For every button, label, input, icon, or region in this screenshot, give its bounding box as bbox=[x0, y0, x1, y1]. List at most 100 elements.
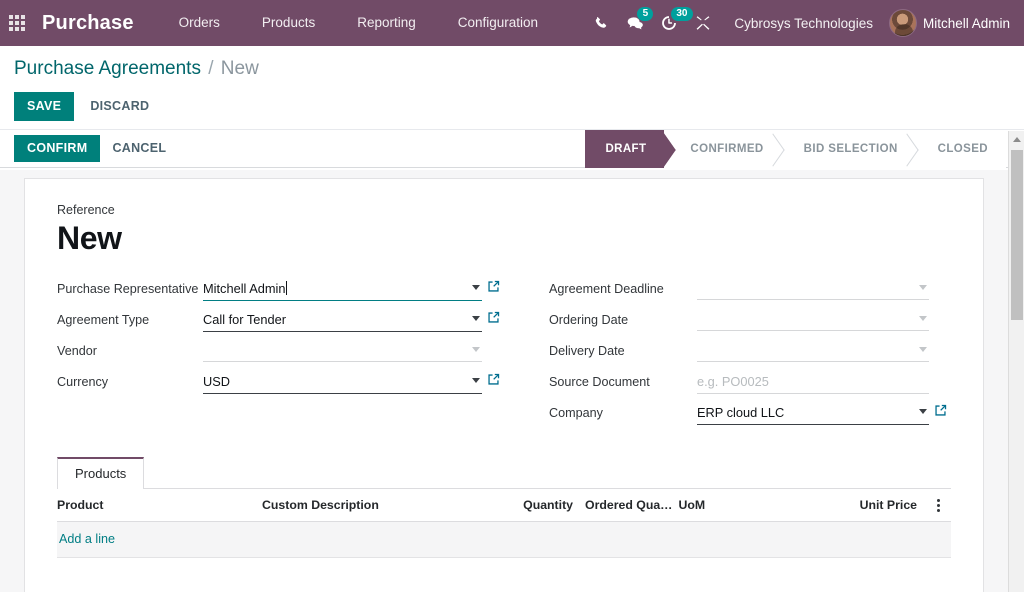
menu-item-reporting[interactable]: Reporting bbox=[336, 0, 437, 46]
agreement-deadline-input[interactable] bbox=[697, 277, 929, 300]
messages-counter-badge: 5 bbox=[637, 7, 653, 21]
tab-products[interactable]: Products bbox=[57, 457, 144, 489]
field-label-agreement-type: Agreement Type bbox=[57, 308, 203, 329]
vendor-input[interactable] bbox=[203, 339, 482, 362]
phone-icon[interactable] bbox=[584, 0, 618, 46]
optional-columns-dropdown[interactable] bbox=[929, 489, 951, 522]
sheet-wrapper: Reference New Purchase Representative Mi… bbox=[0, 178, 1008, 592]
company-switcher[interactable]: Cybrosys Technologies bbox=[720, 16, 889, 31]
add-a-line-row[interactable]: Add a line bbox=[57, 522, 951, 558]
cancel-button[interactable]: CANCEL bbox=[100, 135, 178, 162]
field-label-purchase-representative: Purchase Representative bbox=[57, 277, 203, 298]
control-panel-buttons: SAVE DISCARD bbox=[0, 82, 1024, 129]
menu-item-products[interactable]: Products bbox=[241, 0, 336, 46]
add-a-line-link[interactable]: Add a line bbox=[57, 532, 115, 546]
vertical-dots-icon bbox=[937, 499, 940, 512]
breadcrumb-separator: / bbox=[206, 58, 215, 79]
chevron-down-icon[interactable] bbox=[919, 316, 927, 321]
save-button[interactable]: SAVE bbox=[14, 92, 74, 121]
delivery-date-input[interactable] bbox=[697, 339, 929, 362]
vendor-link-spacer bbox=[482, 339, 504, 342]
app-brand-purchase[interactable]: Purchase bbox=[34, 12, 140, 35]
stage-pipeline: DRAFT CONFIRMED BID SELECTION CLOSED bbox=[585, 130, 1006, 168]
field-label-agreement-deadline: Agreement Deadline bbox=[549, 277, 697, 298]
vertical-scrollbar[interactable] bbox=[1008, 131, 1024, 592]
top-navbar: Purchase Orders Products Reporting Confi… bbox=[0, 0, 1024, 46]
external-link-icon-currency[interactable] bbox=[482, 370, 504, 386]
chevron-down-icon[interactable] bbox=[919, 347, 927, 352]
purchase-representative-input[interactable]: Mitchell Admin bbox=[203, 277, 482, 301]
chevron-down-icon[interactable] bbox=[472, 316, 480, 321]
column-header-quantity[interactable]: Quantity bbox=[507, 489, 585, 522]
apps-grid-icon[interactable] bbox=[0, 0, 34, 46]
external-link-icon-purchase-representative[interactable] bbox=[482, 277, 504, 293]
confirm-button[interactable]: CONFIRM bbox=[14, 135, 100, 162]
menu-item-orders[interactable]: Orders bbox=[158, 0, 241, 46]
field-label-delivery-date: Delivery Date bbox=[549, 339, 697, 360]
scroll-up-arrow-icon[interactable] bbox=[1009, 131, 1024, 147]
source-document-placeholder: e.g. PO0025 bbox=[697, 374, 769, 389]
form-column-right: Agreement Deadline Ordering Date bbox=[504, 277, 951, 432]
field-delivery-date: Delivery Date bbox=[549, 339, 951, 365]
column-header-product[interactable]: Product bbox=[57, 489, 262, 522]
chevron-down-icon[interactable] bbox=[472, 347, 480, 352]
chevron-down-icon[interactable] bbox=[472, 285, 480, 290]
add-a-line-cell: Add a line bbox=[57, 522, 951, 558]
stage-closed[interactable]: CLOSED bbox=[916, 130, 1006, 168]
external-link-icon-agreement-type[interactable] bbox=[482, 308, 504, 324]
currency-input[interactable]: USD bbox=[203, 370, 482, 394]
menu-item-configuration[interactable]: Configuration bbox=[437, 0, 559, 46]
debug-tools-icon[interactable] bbox=[686, 0, 720, 46]
breadcrumb: Purchase Agreements / New bbox=[0, 56, 1024, 82]
notebook: Products Product Custom Description Quan… bbox=[57, 456, 951, 592]
discard-button[interactable]: DISCARD bbox=[78, 92, 161, 121]
user-menu-label: Mitchell Admin bbox=[923, 16, 1010, 31]
stage-bid-selection[interactable]: BID SELECTION bbox=[782, 130, 916, 168]
text-cursor bbox=[286, 281, 287, 295]
activities-clock-icon[interactable]: 30 bbox=[652, 0, 686, 46]
user-menu[interactable]: Mitchell Admin bbox=[889, 9, 1024, 37]
ordering-date-input[interactable] bbox=[697, 308, 929, 331]
form-column-left: Purchase Representative Mitchell Admin A… bbox=[57, 277, 504, 432]
field-label-vendor: Vendor bbox=[57, 339, 203, 360]
field-ordering-date: Ordering Date bbox=[549, 308, 951, 334]
delivery-date-link-spacer bbox=[929, 339, 951, 342]
column-header-custom-description[interactable]: Custom Description bbox=[262, 489, 507, 522]
breadcrumb-root[interactable]: Purchase Agreements bbox=[14, 58, 201, 79]
messages-icon[interactable]: 5 bbox=[618, 0, 652, 46]
sheet-bottom-spacer bbox=[57, 558, 951, 592]
breadcrumb-current: New bbox=[221, 58, 259, 79]
table-header-row: Product Custom Description Quantity Orde… bbox=[57, 489, 951, 522]
page-title: New bbox=[57, 217, 951, 259]
control-panel: Purchase Agreements / New SAVE DISCARD bbox=[0, 46, 1024, 129]
stage-draft[interactable]: DRAFT bbox=[585, 130, 664, 168]
field-vendor: Vendor bbox=[57, 339, 504, 365]
source-document-input[interactable]: e.g. PO0025 bbox=[697, 370, 929, 394]
chevron-down-icon[interactable] bbox=[919, 409, 927, 414]
field-label-source-document: Source Document bbox=[549, 370, 697, 391]
stage-confirmed[interactable]: CONFIRMED bbox=[664, 130, 781, 168]
agreement-type-input[interactable]: Call for Tender bbox=[203, 308, 482, 332]
field-label-ordering-date: Ordering Date bbox=[549, 308, 697, 329]
form-sheet: Reference New Purchase Representative Mi… bbox=[24, 178, 984, 592]
chevron-down-icon[interactable] bbox=[919, 285, 927, 290]
company-input[interactable]: ERP cloud LLC bbox=[697, 401, 929, 425]
field-purchase-representative: Purchase Representative Mitchell Admin bbox=[57, 277, 504, 303]
external-link-icon-company[interactable] bbox=[929, 401, 951, 417]
column-header-uom[interactable]: UoM bbox=[678, 489, 778, 522]
notebook-tabs: Products bbox=[57, 456, 951, 489]
column-header-unit-price[interactable]: Unit Price bbox=[778, 489, 929, 522]
source-document-link-spacer bbox=[929, 370, 951, 373]
field-label-currency: Currency bbox=[57, 370, 203, 391]
statusbar: CONFIRM CANCEL DRAFT CONFIRMED BID SELEC… bbox=[0, 129, 1024, 168]
field-source-document: Source Document e.g. PO0025 bbox=[549, 370, 951, 396]
chevron-down-icon[interactable] bbox=[472, 378, 480, 383]
table-header: Product Custom Description Quantity Orde… bbox=[57, 489, 951, 522]
deadline-link-spacer bbox=[929, 277, 951, 280]
main-menu: Orders Products Reporting Configuration bbox=[158, 0, 559, 46]
form-view-content: Reference New Purchase Representative Mi… bbox=[0, 170, 1008, 592]
field-currency: Currency USD bbox=[57, 370, 504, 396]
order-lines-table: Product Custom Description Quantity Orde… bbox=[57, 489, 951, 558]
column-header-ordered-quantity[interactable]: Ordered Qua… bbox=[585, 489, 678, 522]
scrollbar-thumb[interactable] bbox=[1011, 150, 1023, 320]
